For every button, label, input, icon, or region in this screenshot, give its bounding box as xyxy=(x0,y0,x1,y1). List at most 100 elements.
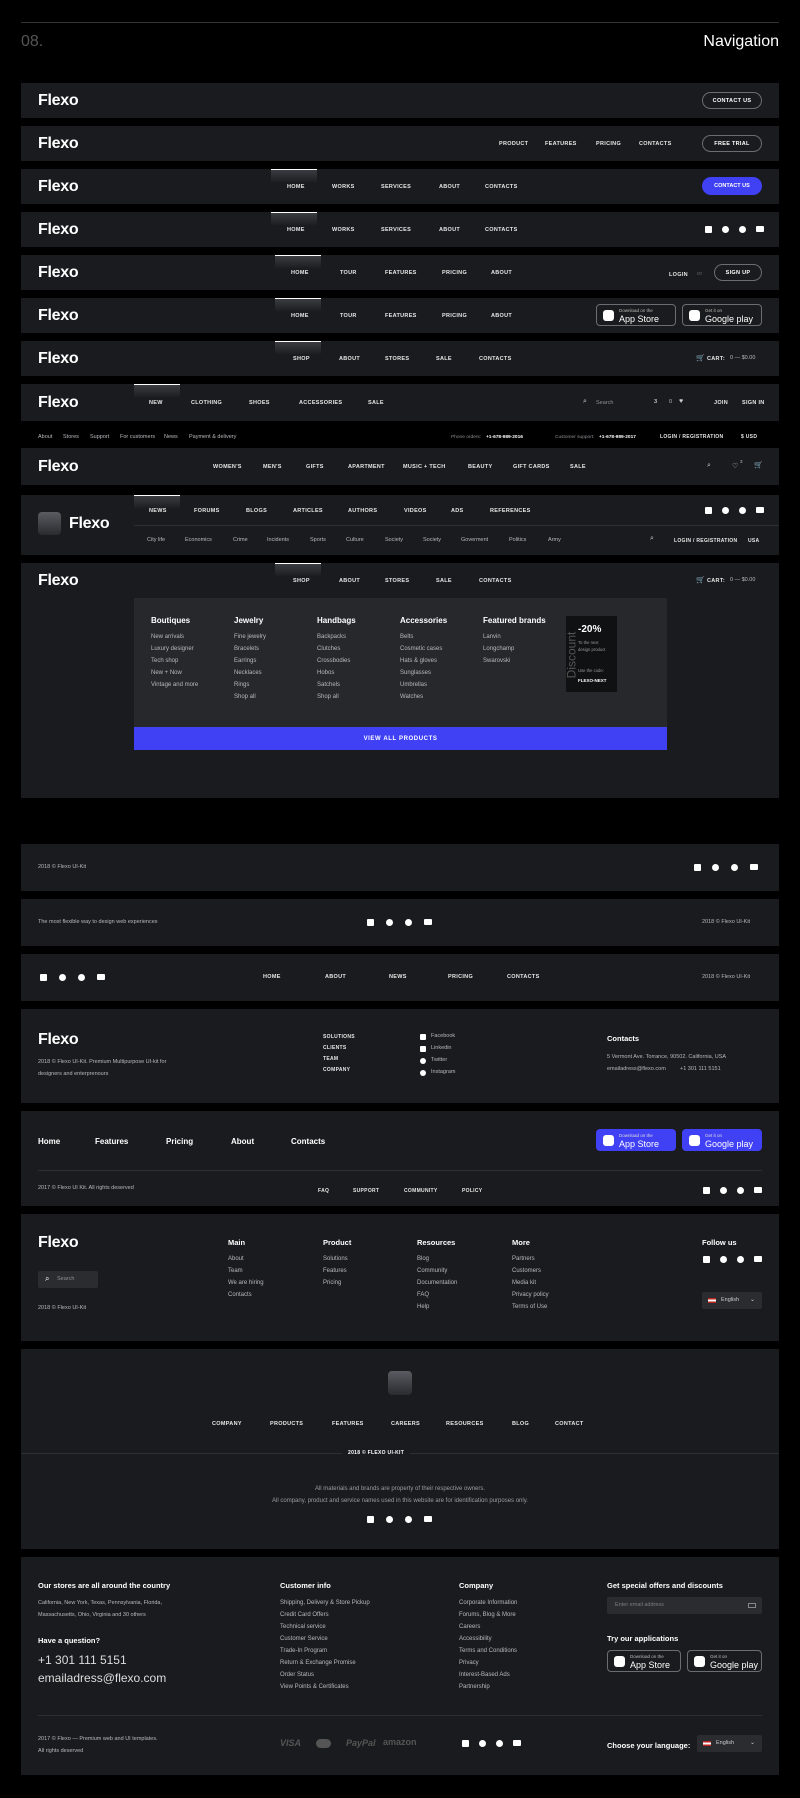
footer-link[interactable]: FAQ xyxy=(417,1292,429,1298)
nav-shoes[interactable]: SHOES xyxy=(249,400,270,406)
footer-link-blog[interactable]: BLOG xyxy=(512,1421,529,1427)
youtube-icon[interactable] xyxy=(754,1256,762,1262)
facebook-icon[interactable] xyxy=(705,507,712,514)
nav-references[interactable]: REFERENCES xyxy=(490,508,531,514)
subnav-society[interactable]: Society xyxy=(385,537,403,543)
footer-link[interactable]: Partners xyxy=(512,1256,535,1262)
nav-articles[interactable]: ARTICLES xyxy=(293,508,323,514)
menu-item[interactable]: Rings xyxy=(234,682,249,688)
footer-link[interactable]: Pricing xyxy=(323,1280,341,1286)
sign-in-link[interactable]: SIGN IN xyxy=(742,400,765,406)
app-store-button[interactable]: Download on the App Store xyxy=(596,1129,676,1151)
footer-link[interactable]: Documentation xyxy=(417,1280,457,1286)
nav-accessories[interactable]: ACCESSORIES xyxy=(299,400,342,406)
twitter-icon[interactable] xyxy=(731,864,738,871)
login-link[interactable]: LOGIN xyxy=(669,272,688,278)
nav-services[interactable]: SERVICES xyxy=(381,227,411,233)
footer-link-company[interactable]: COMPANY xyxy=(212,1421,242,1427)
topbar-support[interactable]: Support xyxy=(90,434,109,440)
nav-stores[interactable]: STORES xyxy=(385,578,409,584)
contact-us-button[interactable]: CONTACT US xyxy=(702,92,762,109)
subnav-incidents[interactable]: Incidents xyxy=(267,537,289,543)
logo[interactable]: Flexo xyxy=(38,572,79,590)
menu-item[interactable]: Crossbodies xyxy=(317,658,350,664)
app-store-button[interactable]: Download on the App Store xyxy=(596,304,676,326)
footer-link-products[interactable]: PRODUCTS xyxy=(270,1421,303,1427)
footer-link[interactable]: We are hiring xyxy=(228,1280,264,1286)
footer-link-contacts[interactable]: Contacts xyxy=(291,1137,325,1146)
logo-mark-icon[interactable] xyxy=(388,1371,412,1395)
nav-beauty[interactable]: BEAUTY xyxy=(468,464,492,470)
footer-link-pricing[interactable]: PRICING xyxy=(448,974,473,980)
nav-sale[interactable]: SALE xyxy=(436,578,452,584)
nav-pricing[interactable]: PRICING xyxy=(442,313,467,319)
google-play-button[interactable]: Get it on Google play xyxy=(687,1650,762,1672)
footer-link[interactable]: Careers xyxy=(459,1624,480,1630)
google-play-button[interactable]: Get it on Google play xyxy=(682,304,762,326)
nav-apartment[interactable]: APARTMENT xyxy=(348,464,385,470)
instagram-link[interactable]: Instagram xyxy=(431,1069,455,1075)
footer-link-contacts[interactable]: CONTACTS xyxy=(507,974,540,980)
logo[interactable]: Flexo xyxy=(38,458,79,476)
nav-contacts[interactable]: CONTACTS xyxy=(485,227,518,233)
logo-mark-icon[interactable] xyxy=(38,512,61,535)
nav-gifts[interactable]: GIFTS xyxy=(306,464,324,470)
menu-item[interactable]: Watches xyxy=(400,694,423,700)
twitter-icon[interactable] xyxy=(737,1256,744,1263)
linkedin-link[interactable]: Linkedin xyxy=(431,1045,452,1051)
nav-tour[interactable]: TOUR xyxy=(340,270,357,276)
instagram-icon[interactable] xyxy=(59,974,66,981)
nav-about[interactable]: ABOUT xyxy=(491,270,512,276)
menu-item[interactable]: Belts xyxy=(400,634,413,640)
nav-about[interactable]: ABOUT xyxy=(439,227,460,233)
sign-up-button[interactable]: SIGN UP xyxy=(714,264,762,281)
twitter-icon[interactable] xyxy=(496,1740,503,1747)
footer-link-news[interactable]: NEWS xyxy=(389,974,407,980)
topbar-payment[interactable]: Payment & delivery xyxy=(189,434,236,440)
instagram-icon[interactable] xyxy=(720,1187,727,1194)
facebook-icon[interactable] xyxy=(705,226,712,233)
footer-link[interactable]: Trade-In Program xyxy=(280,1648,327,1654)
instagram-icon[interactable] xyxy=(720,1256,727,1263)
menu-item[interactable]: Earrings xyxy=(234,658,256,664)
logo[interactable]: Flexo xyxy=(38,178,79,196)
menu-item[interactable]: Cosmetic cases xyxy=(400,646,442,652)
login-registration-link[interactable]: LOGIN / REGISTRATION xyxy=(660,434,723,440)
footer-link[interactable]: Accessibility xyxy=(459,1636,492,1642)
email[interactable]: emailadress@flexo.com xyxy=(607,1066,666,1072)
currency-selector[interactable]: $ USD xyxy=(741,434,757,440)
search-icon[interactable]: ⌕ xyxy=(707,462,711,470)
menu-item[interactable]: Shop all xyxy=(317,694,339,700)
subnav-politics[interactable]: Politics xyxy=(509,537,526,543)
instagram-icon[interactable] xyxy=(386,1516,393,1523)
footer-link[interactable]: Customers xyxy=(512,1268,541,1274)
cart-count[interactable]: 3 xyxy=(654,399,657,405)
twitter-icon[interactable] xyxy=(737,1187,744,1194)
phone[interactable]: +1 301 111 5151 xyxy=(680,1066,721,1072)
mail-icon[interactable] xyxy=(748,1603,756,1608)
youtube-icon[interactable] xyxy=(750,864,758,870)
menu-item[interactable]: Bracelets xyxy=(234,646,259,652)
menu-item[interactable]: Tech shop xyxy=(151,658,178,664)
discount-promo-card[interactable]: Discount -20% To the next design product… xyxy=(566,616,617,692)
logo[interactable]: Flexo xyxy=(38,350,79,368)
cart-icon[interactable]: 🛒 xyxy=(696,354,705,362)
nav-works[interactable]: WORKS xyxy=(332,227,355,233)
footer-link[interactable]: Features xyxy=(323,1268,347,1274)
footer-link-home[interactable]: Home xyxy=(38,1137,60,1146)
footer-link-home[interactable]: HOME xyxy=(263,974,281,980)
footer-link-pricing[interactable]: Pricing xyxy=(166,1137,193,1146)
nav-home[interactable]: HOME xyxy=(287,184,305,190)
nav-authors[interactable]: AUTHORS xyxy=(348,508,377,514)
menu-item[interactable]: New + Now xyxy=(151,670,182,676)
footer-link[interactable]: Solutions xyxy=(323,1256,348,1262)
footer-link-clients[interactable]: CLIENTS xyxy=(323,1045,347,1051)
youtube-icon[interactable] xyxy=(756,507,764,513)
menu-item[interactable]: Fine jewelry xyxy=(234,634,266,640)
topbar-news[interactable]: News xyxy=(164,434,178,440)
nav-home[interactable]: HOME xyxy=(291,270,309,276)
twitter-icon[interactable] xyxy=(739,226,746,233)
footer-link-contact[interactable]: CONTACT xyxy=(555,1421,584,1427)
footer-link[interactable]: Media kit xyxy=(512,1280,536,1286)
footer-link-team[interactable]: TEAM xyxy=(323,1056,338,1062)
